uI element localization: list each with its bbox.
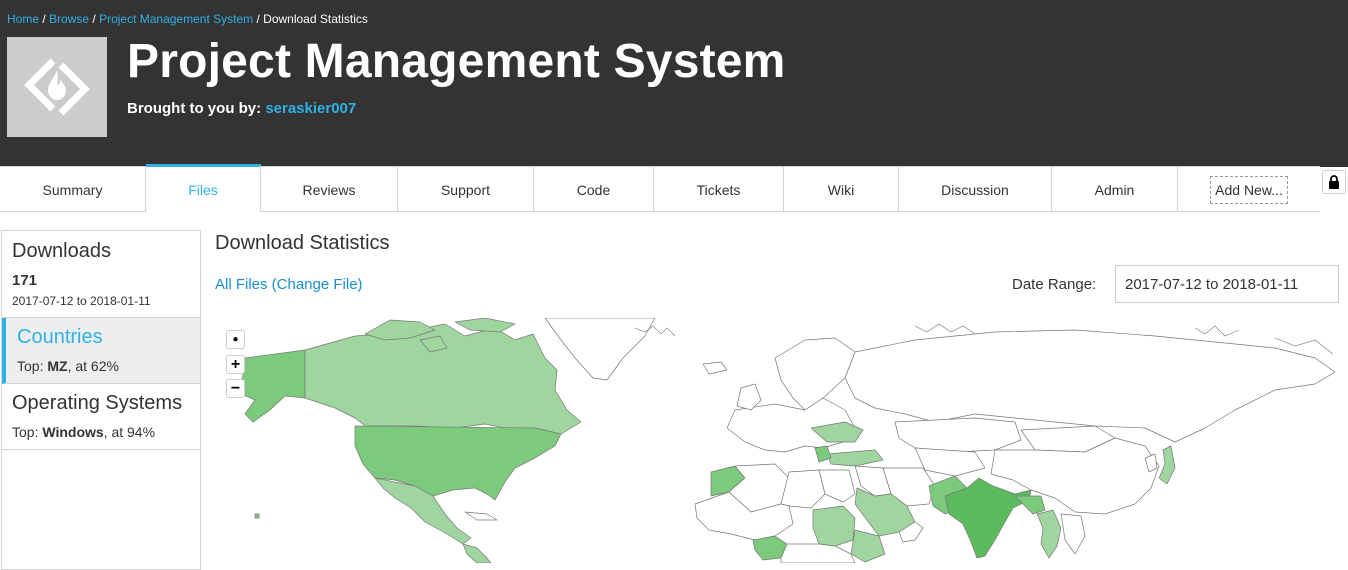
map-country-central-africa xyxy=(780,543,856,563)
map-zoom-in-button[interactable]: + xyxy=(226,355,245,374)
tab-discussion[interactable]: Discussion xyxy=(899,167,1052,212)
map-country-cuba xyxy=(464,511,498,521)
breadcrumb-browse[interactable]: Browse xyxy=(49,12,89,26)
tab-summary[interactable]: Summary xyxy=(0,167,146,212)
sidebar-item-countries[interactable]: Countries Top: MZ, at 62% xyxy=(2,318,200,384)
map-reset-button[interactable]: ● xyxy=(226,330,245,349)
map-country-kazakhstan xyxy=(894,417,1022,453)
world-map[interactable] xyxy=(215,318,1339,563)
map-country-iceland xyxy=(702,361,728,375)
tab-tickets[interactable]: Tickets xyxy=(654,167,784,212)
brought-by: Brought to you by: seraskier007 xyxy=(127,100,356,117)
project-logo[interactable] xyxy=(7,37,107,137)
date-range-label: Date Range: xyxy=(1012,276,1097,293)
os-top-label: Top: xyxy=(12,424,43,440)
countries-top-suffix: , at 62% xyxy=(67,358,119,374)
map-country-turkey xyxy=(826,449,884,467)
map-country-caribbean xyxy=(254,513,260,519)
breadcrumb-separator: / xyxy=(253,12,264,26)
tab-add-new-wrapper: Add New... xyxy=(1178,167,1320,212)
map-country-central-america xyxy=(462,543,492,563)
downloads-count: 171 xyxy=(12,272,38,289)
os-top: Top: Windows, at 94% xyxy=(12,424,155,440)
map-country-egypt xyxy=(818,469,856,503)
sidebar-item-downloads[interactable]: Downloads 171 2017-07-12 to 2018-01-11 xyxy=(2,231,200,318)
os-title: Operating Systems xyxy=(12,392,183,414)
map-country-libya xyxy=(780,469,826,509)
add-new-button[interactable]: Add New... xyxy=(1210,175,1288,204)
change-file-link[interactable]: All Files (Change File) xyxy=(215,276,363,293)
lock-button[interactable] xyxy=(1322,170,1346,194)
project-header: Home / Browse / Project Management Syste… xyxy=(0,0,1348,167)
project-title: Project Management System xyxy=(127,35,786,88)
tab-files[interactable]: Files xyxy=(146,164,261,212)
map-country-greenland xyxy=(544,318,656,381)
map-zoom-out-button[interactable]: − xyxy=(226,379,245,398)
tab-reviews[interactable]: Reviews xyxy=(261,167,398,212)
countries-title: Countries xyxy=(17,326,103,348)
map-country-myanmar xyxy=(1036,509,1062,559)
os-top-suffix: , at 94% xyxy=(103,424,156,440)
os-top-value: Windows xyxy=(42,424,104,440)
stats-sidebar: Downloads 171 2017-07-12 to 2018-01-11 C… xyxy=(1,230,201,570)
tab-admin[interactable]: Admin xyxy=(1052,167,1178,212)
map-country-balkans xyxy=(814,445,832,463)
brought-by-label: Brought to you by: xyxy=(127,100,266,117)
map-country-scandinavia xyxy=(774,337,856,411)
downloads-title: Downloads xyxy=(12,240,111,262)
breadcrumb-project[interactable]: Project Management System xyxy=(99,12,253,26)
world-map-svg xyxy=(236,318,1336,563)
map-country-uk xyxy=(736,383,762,411)
countries-top: Top: MZ, at 62% xyxy=(17,358,119,374)
date-range-input[interactable] xyxy=(1115,265,1339,303)
countries-top-label: Top: xyxy=(17,358,48,374)
tab-code[interactable]: Code xyxy=(534,167,654,212)
breadcrumb: Home / Browse / Project Management Syste… xyxy=(7,12,368,26)
breadcrumb-current: Download Statistics xyxy=(263,12,368,26)
sidebar-item-operating-systems[interactable]: Operating Systems Top: Windows, at 94% xyxy=(2,384,200,450)
sourceforge-diamond-icon xyxy=(24,58,90,116)
map-country-vietnam xyxy=(1060,513,1086,555)
page-title: Download Statistics xyxy=(215,232,390,254)
lock-icon xyxy=(1329,175,1339,189)
tab-wiki[interactable]: Wiki xyxy=(784,167,899,212)
author-link[interactable]: seraskier007 xyxy=(265,100,356,117)
map-country-sudan xyxy=(812,505,856,547)
breadcrumb-home[interactable]: Home xyxy=(7,12,39,26)
countries-top-value: MZ xyxy=(47,358,68,374)
breadcrumb-separator: / xyxy=(39,12,50,26)
map-country-alaska xyxy=(236,349,306,423)
downloads-range: 2017-07-12 to 2018-01-11 xyxy=(12,294,151,308)
breadcrumb-separator: / xyxy=(89,12,100,26)
map-country-japan xyxy=(1158,445,1176,485)
tab-support[interactable]: Support xyxy=(398,167,534,212)
project-tabs: Summary Files Reviews Support Code Ticke… xyxy=(0,164,1320,212)
